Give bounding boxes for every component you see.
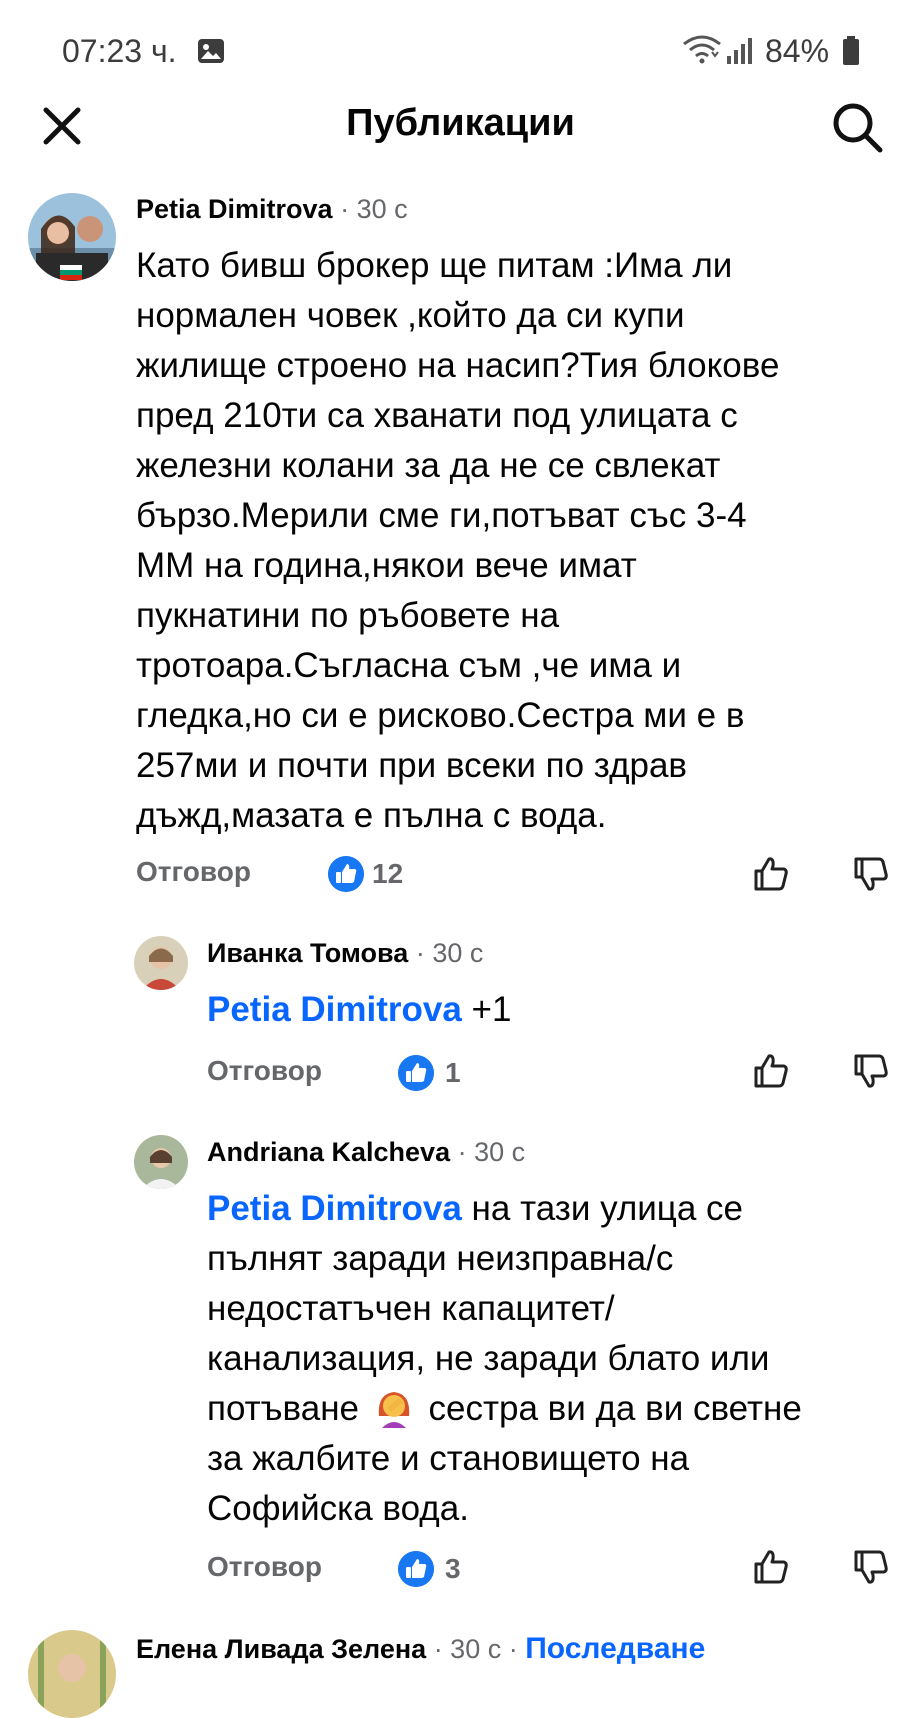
like-count: 1 bbox=[445, 1057, 461, 1088]
signal-icon bbox=[727, 38, 752, 64]
like-count: 12 bbox=[372, 858, 404, 889]
mention-link[interactable]: Petia Dimitrova bbox=[207, 1189, 462, 1228]
thumb-down-icon[interactable] bbox=[851, 1547, 891, 1587]
mention-link[interactable]: Petia Dimitrova bbox=[207, 990, 462, 1029]
avatar[interactable] bbox=[134, 1135, 188, 1189]
battery-icon bbox=[843, 36, 859, 65]
reply-button[interactable]: Отговор bbox=[136, 856, 251, 888]
battery-percent: 84% bbox=[765, 33, 830, 69]
comment-actions: Отговор 12 bbox=[136, 856, 896, 896]
like-badge-icon[interactable] bbox=[398, 1055, 434, 1091]
comment-text: Като бивш брокер ще питам :Има ли нормал… bbox=[136, 246, 780, 835]
reply-button[interactable]: Отговор bbox=[207, 1055, 322, 1087]
thumb-down-icon[interactable] bbox=[851, 1051, 891, 1091]
avatar[interactable] bbox=[28, 193, 116, 281]
timestamp: · 30 с · bbox=[433, 1634, 518, 1664]
comment-header: Елена Ливада Зелена · 30 с · Последване bbox=[136, 1632, 705, 1666]
top-bar: Публикации bbox=[0, 90, 921, 160]
comment-header: Иванка Томова · 30 с bbox=[207, 938, 483, 969]
author-name[interactable]: Елена Ливада Зелена bbox=[136, 1634, 426, 1664]
status-bar: 07:23 ч. 84% bbox=[0, 0, 921, 100]
facepalm-woman-emoji bbox=[378, 1392, 409, 1428]
page-title: Публикации bbox=[346, 102, 575, 144]
like-count: 3 bbox=[445, 1553, 461, 1584]
comment-text: Petia Dimitrova +1 bbox=[207, 990, 512, 1029]
avatar[interactable] bbox=[134, 936, 188, 990]
comment-header: Andriana Kalcheva · 30 с bbox=[207, 1137, 525, 1168]
comment-text: Petia Dimitrova на тази улица се пълнят … bbox=[207, 1189, 802, 1528]
comment-header: Petia Dimitrova · 30 с bbox=[136, 194, 408, 225]
timestamp: · 30 с bbox=[340, 194, 408, 224]
comment-actions: Отговор 1 bbox=[207, 1054, 897, 1095]
status-time: 07:23 ч. bbox=[62, 33, 177, 69]
avatar[interactable] bbox=[28, 1630, 116, 1718]
wifi-icon bbox=[683, 35, 721, 64]
search-icon[interactable] bbox=[830, 100, 884, 154]
timestamp: · 30 с bbox=[415, 938, 484, 968]
author-name[interactable]: Andriana Kalcheva bbox=[207, 1137, 450, 1167]
follow-button[interactable]: Последване bbox=[525, 1632, 705, 1665]
timestamp: · 30 с bbox=[457, 1137, 526, 1167]
like-badge-icon[interactable] bbox=[398, 1551, 434, 1587]
author-name[interactable]: Иванка Томова bbox=[207, 938, 408, 968]
thumb-up-icon[interactable] bbox=[751, 1547, 791, 1587]
comment-actions: Отговор 3 bbox=[207, 1550, 897, 1591]
thumb-up-icon[interactable] bbox=[751, 1051, 791, 1091]
gallery-icon bbox=[198, 39, 224, 63]
author-name[interactable]: Petia Dimitrova bbox=[136, 194, 333, 224]
like-badge-icon[interactable] bbox=[328, 856, 364, 892]
reply-button[interactable]: Отговор bbox=[207, 1551, 322, 1583]
thumb-down-icon[interactable] bbox=[851, 854, 891, 894]
thumb-up-icon[interactable] bbox=[751, 854, 791, 894]
